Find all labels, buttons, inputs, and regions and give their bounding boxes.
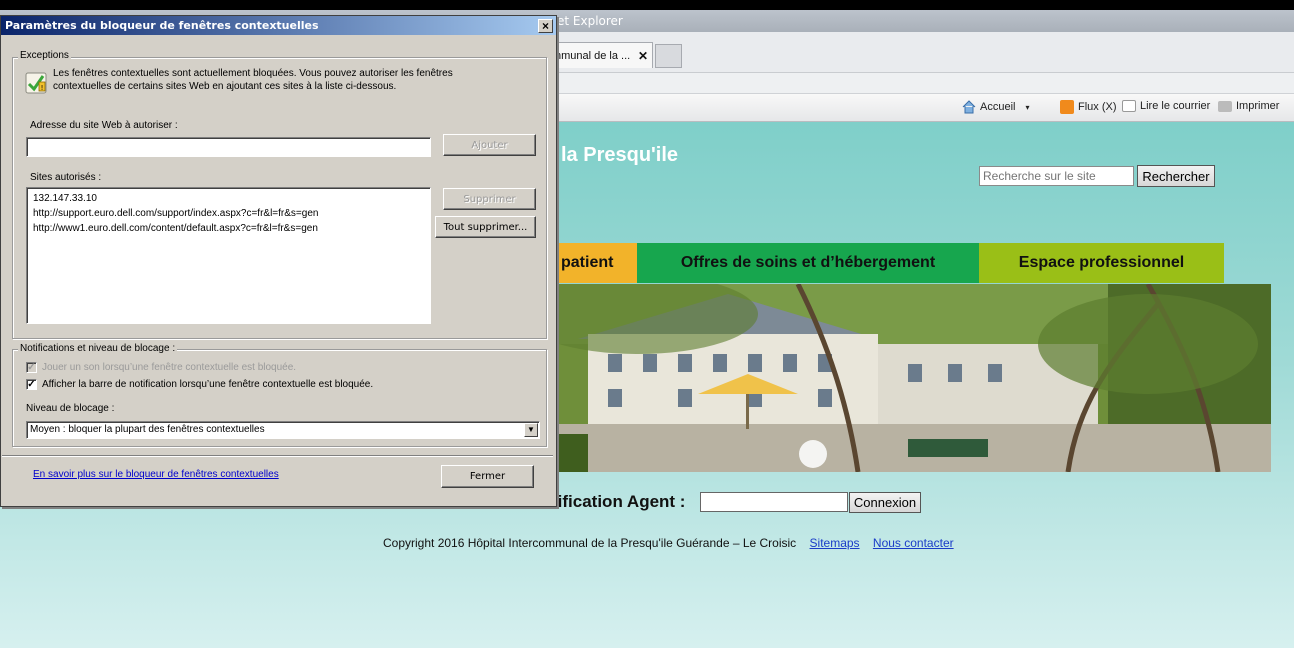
dialog-close-button[interactable]: × — [538, 19, 553, 33]
sitemaps-link[interactable]: Sitemaps — [810, 536, 860, 550]
site-title: la Presqu'ile — [561, 144, 679, 166]
dialog-title-bar: Paramètres du bloqueur de fenêtres conte… — [1, 16, 556, 35]
page-footer: Copyright 2016 Hôpital Intercommunal de … — [383, 536, 954, 550]
remove-all-button[interactable]: Tout supprimer... — [435, 216, 536, 238]
site-address-input[interactable] — [26, 137, 431, 157]
rss-icon — [1060, 100, 1074, 114]
nav-patient[interactable]: patient — [548, 243, 637, 283]
shield-check-icon: ! — [25, 72, 47, 94]
home-button[interactable]: Accueil ▾ — [962, 100, 1029, 114]
dialog-separator — [2, 455, 553, 457]
read-mail-label: Lire le courrier — [1140, 100, 1211, 112]
new-tab-button[interactable] — [655, 44, 682, 68]
show-bar-label: Afficher la barre de notification lorsqu… — [42, 379, 374, 390]
svg-text:!: ! — [41, 84, 44, 92]
blocking-level-label: Niveau de blocage : — [26, 403, 115, 414]
feeds-label: Flux (X) — [1078, 101, 1117, 113]
browser-tab[interactable]: nmunal de la ... ✕ — [548, 42, 653, 68]
allowed-sites-list[interactable]: 132.147.33.10 http://support.euro.dell.c… — [26, 187, 431, 324]
dropdown-arrow-icon[interactable]: ▼ — [524, 423, 538, 437]
allowed-sites-label: Sites autorisés : — [30, 172, 102, 183]
nav-offres-de-soins[interactable]: Offres de soins et d’hébergement — [637, 243, 979, 283]
print-label: Imprimer — [1236, 100, 1280, 112]
agent-auth-label: tification Agent : — [552, 492, 686, 511]
learn-more-link[interactable]: En savoir plus sur le bloqueur de fenêtr… — [33, 469, 279, 480]
mail-icon — [1122, 100, 1136, 112]
tab-close-icon[interactable]: ✕ — [638, 43, 648, 68]
hospital-photo — [548, 284, 1271, 472]
blocking-level-value: Moyen : bloquer la plupart des fenêtres … — [30, 424, 265, 435]
list-item[interactable]: 132.147.33.10 — [33, 191, 424, 206]
read-mail-button[interactable]: Lire le courrier — [1122, 100, 1210, 112]
play-sound-checkbox[interactable]: ✓ Jouer un son lorsqu’une fenêtre contex… — [26, 362, 296, 373]
print-button[interactable]: Imprimer — [1218, 100, 1279, 112]
show-notification-bar-checkbox[interactable]: ✓ Afficher la barre de notification lors… — [26, 379, 373, 390]
site-search-input[interactable] — [979, 166, 1134, 186]
feeds-button[interactable]: Flux (X) ▾ — [1060, 100, 1131, 114]
list-item[interactable]: http://www1.euro.dell.com/content/defaul… — [33, 221, 424, 236]
browser-title: et Explorer — [557, 14, 623, 28]
list-item[interactable]: http://support.euro.dell.com/support/ind… — [33, 206, 424, 221]
checkbox-box[interactable]: ✓ — [26, 362, 37, 373]
play-sound-label: Jouer un son lorsqu’une fenêtre contextu… — [42, 362, 297, 373]
printer-icon — [1218, 100, 1232, 112]
agent-id-input[interactable] — [700, 492, 848, 512]
blocking-level-select[interactable]: Moyen : bloquer la plupart des fenêtres … — [26, 421, 540, 439]
contact-link[interactable]: Nous contacter — [873, 536, 954, 550]
notifications-legend: Notifications et niveau de blocage : — [18, 343, 178, 354]
browser-tab-label: nmunal de la ... — [555, 50, 631, 62]
description-line-1: Les fenêtres contextuelles sont actuelle… — [53, 68, 453, 79]
close-dialog-button[interactable]: Fermer — [441, 465, 534, 488]
exceptions-description: Les fenêtres contextuelles sont actuelle… — [53, 67, 503, 93]
description-line-2: contextuelles de certains sites Web en a… — [53, 81, 397, 92]
add-button[interactable]: Ajouter — [443, 134, 536, 156]
checkbox-box[interactable]: ✓ — [26, 379, 37, 390]
exceptions-legend: Exceptions — [18, 50, 71, 61]
address-label: Adresse du site Web à autoriser : — [30, 120, 178, 131]
screen-top-edge — [0, 0, 1294, 10]
dialog-title: Paramètres du bloqueur de fenêtres conte… — [5, 19, 319, 32]
home-label: Accueil — [980, 101, 1016, 113]
search-button[interactable]: Rechercher — [1137, 165, 1215, 187]
remove-button[interactable]: Supprimer — [443, 188, 536, 210]
copyright-text: Copyright 2016 Hôpital Intercommunal de … — [383, 536, 797, 550]
connexion-button[interactable]: Connexion — [849, 492, 921, 513]
chevron-down-icon[interactable]: ▾ — [1025, 103, 1029, 112]
nav-espace-professionnel[interactable]: Espace professionnel — [979, 243, 1224, 283]
home-icon — [962, 100, 976, 114]
